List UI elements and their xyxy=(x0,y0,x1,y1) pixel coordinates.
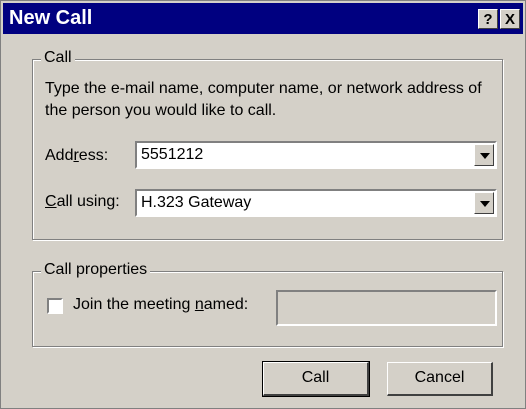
call-using-label-accel: C xyxy=(45,193,57,210)
call-instructions: Type the e-mail name, computer name, or … xyxy=(45,80,482,119)
address-label-text-2: ess: xyxy=(78,147,109,164)
new-call-dialog: New Call ? X Call Type the e-mail name, … xyxy=(0,0,526,409)
address-label: Address: xyxy=(45,147,108,165)
help-button[interactable]: ? xyxy=(478,9,498,29)
join-meeting-checkbox[interactable] xyxy=(47,298,63,314)
call-using-dropdown-arrow-icon[interactable] xyxy=(474,192,494,214)
meeting-name-input[interactable] xyxy=(276,290,497,326)
join-label-text-2: amed: xyxy=(203,296,249,313)
call-using-label-text: all using: xyxy=(56,193,120,210)
call-using-label: Call using: xyxy=(45,193,120,211)
title-bar[interactable]: New Call ? X xyxy=(3,3,523,34)
close-button[interactable]: X xyxy=(500,9,520,29)
address-value[interactable]: 5551212 xyxy=(141,146,203,164)
address-label-text-1: Add xyxy=(45,147,74,164)
join-meeting-label[interactable]: Join the meeting named: xyxy=(73,296,248,314)
call-properties-legend: Call properties xyxy=(41,261,151,279)
window-title: New Call xyxy=(9,7,93,29)
address-combobox[interactable]: 5551212 xyxy=(135,141,497,169)
cancel-button[interactable]: Cancel xyxy=(387,362,493,396)
call-group-legend: Call xyxy=(41,49,75,67)
call-using-value[interactable]: H.323 Gateway xyxy=(141,194,251,212)
call-button[interactable]: Call xyxy=(262,361,370,397)
join-label-text-1: Join the meeting xyxy=(73,296,195,313)
join-label-accel: n xyxy=(194,296,204,313)
call-using-combobox[interactable]: H.323 Gateway xyxy=(135,189,497,217)
address-dropdown-arrow-icon[interactable] xyxy=(474,144,494,166)
